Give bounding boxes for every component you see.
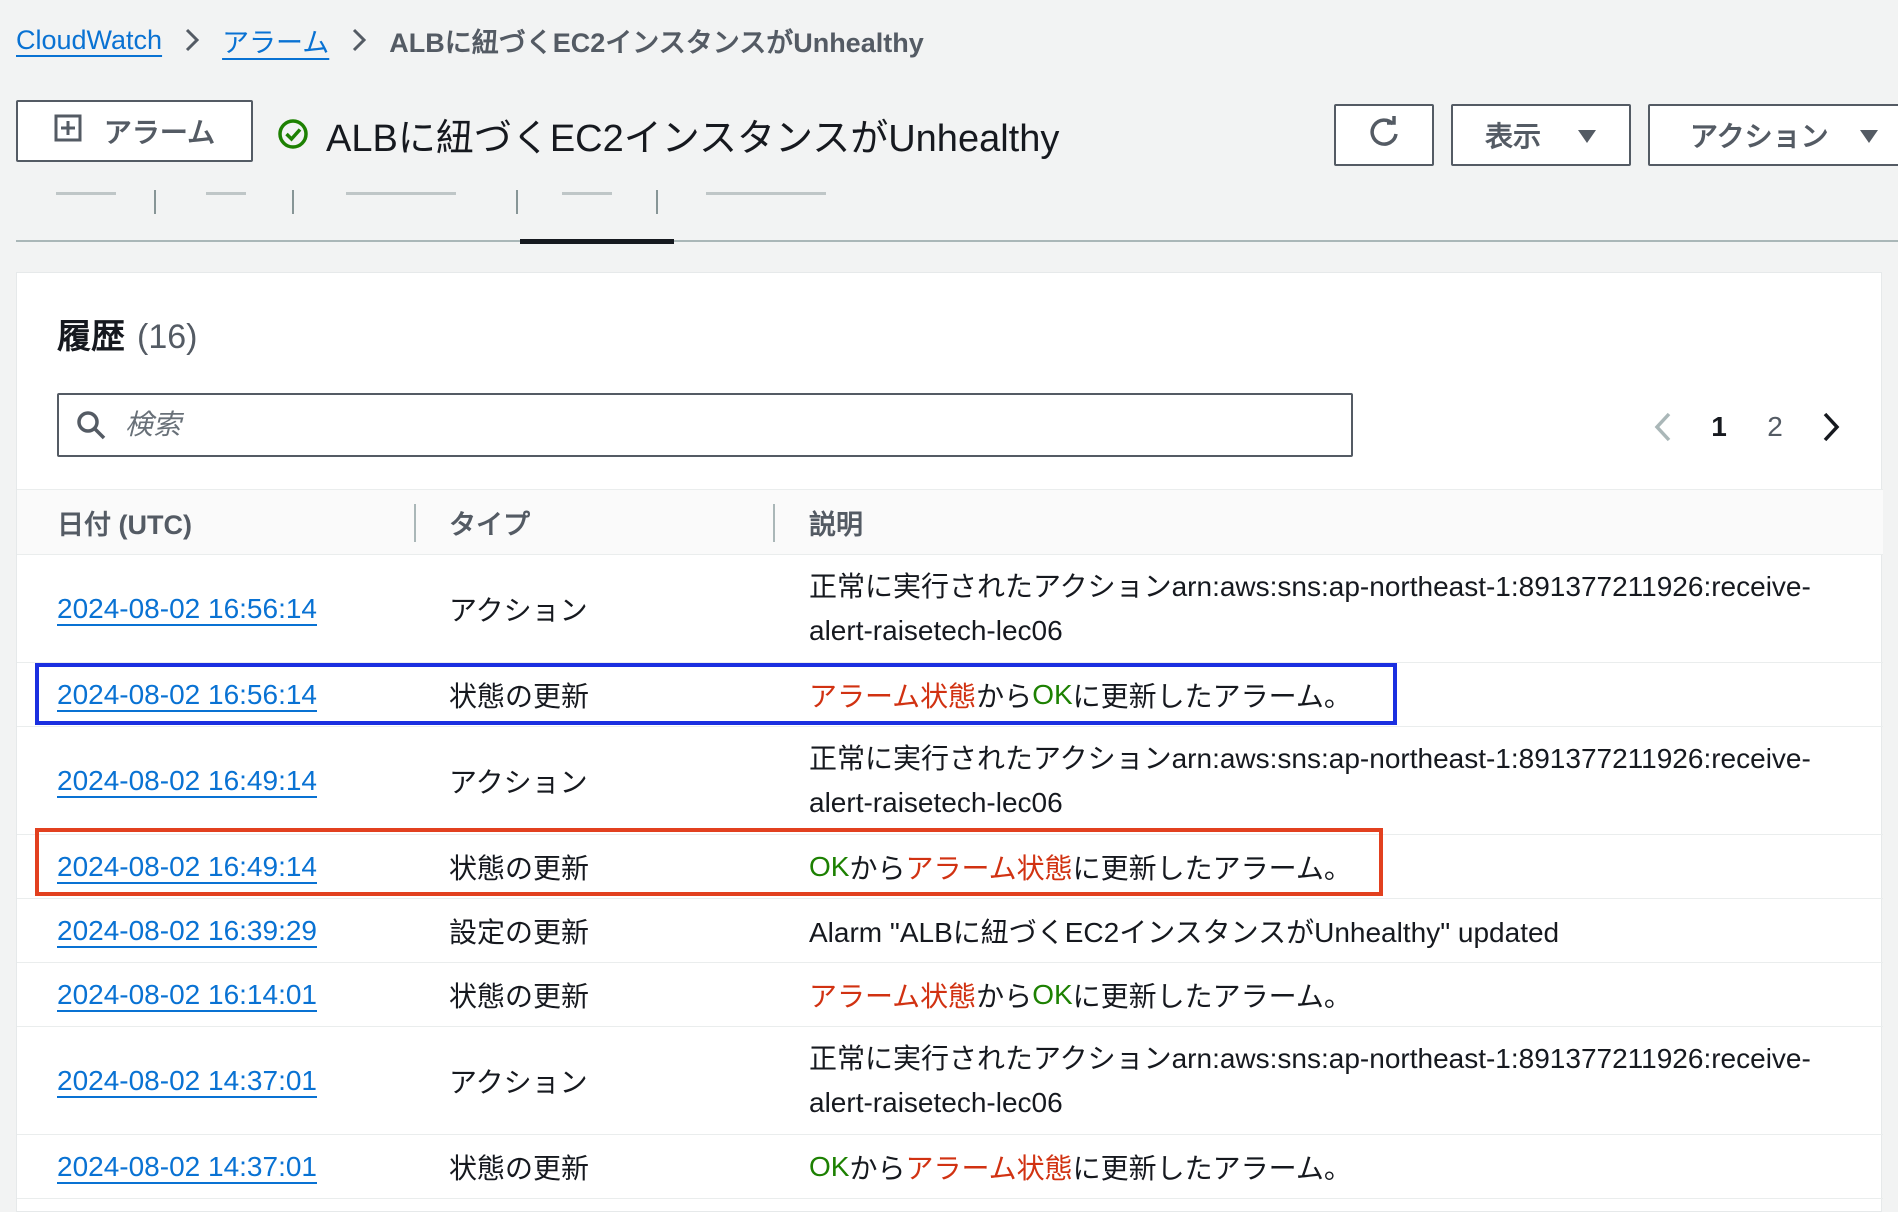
- date-link[interactable]: 2024-08-02 16:14:01: [57, 979, 317, 1011]
- table-row: 2024-08-02 14:37:01 状態の更新 OK から アラーム状態 に更新し…: [17, 1135, 1883, 1199]
- page-2-button[interactable]: 2: [1747, 411, 1803, 443]
- type-cell: 設定の更新: [449, 916, 590, 948]
- refresh-button[interactable]: [1334, 104, 1434, 166]
- caret-down-icon: [1577, 119, 1597, 151]
- description-text: に更新したアラーム。: [1072, 980, 1352, 1012]
- add-alarm-button[interactable]: アラーム: [16, 100, 253, 162]
- view-dropdown-button[interactable]: 表示: [1451, 104, 1631, 166]
- add-alarm-button-label: アラーム: [103, 117, 216, 148]
- tab-tags[interactable]: [706, 192, 826, 195]
- state-ok-text: OK: [1032, 978, 1073, 1010]
- description-cell: 正常に実行されたアクションarn:aws:sns:ap-northeast-1:…: [809, 1027, 1811, 1134]
- table-row: 2024-08-02 16:56:14 アクション 正常に実行されたアクションa…: [17, 555, 1883, 663]
- table-row: 2024-08-02 16:49:14 アクション 正常に実行されたアクションa…: [17, 727, 1883, 835]
- description-cell: 正常に実行されたアクションarn:aws:sns:ap-northeast-1:…: [809, 727, 1811, 834]
- column-header-type[interactable]: タイプ: [449, 490, 530, 554]
- description-line: 正常に実行されたアクションarn:aws:sns:ap-northeast-1:…: [809, 570, 1811, 602]
- description-cell: Alarm "ALBに紐づくEC2インスタンスがUnhealthy" updat…: [809, 916, 1560, 948]
- state-alarm-text: アラーム状態: [809, 980, 977, 1012]
- description-line: alert-raisetech-lec06: [809, 1086, 1063, 1118]
- description-cell: OK から アラーム状態 に更新したアラーム。: [809, 1135, 1352, 1198]
- page-1-button[interactable]: 1: [1691, 411, 1747, 443]
- description-line: 正常に実行されたアクションarn:aws:sns:ap-northeast-1:…: [809, 742, 1811, 774]
- tab-active-indicator: [520, 239, 674, 244]
- breadcrumb: CloudWatch アラーム ALBに紐づくEC2インスタンスがUnhealt…: [16, 20, 924, 60]
- table-row: 2024-08-02 16:14:01 状態の更新 アラーム状態 から OK に更新し…: [17, 963, 1883, 1027]
- description-text: から: [976, 980, 1033, 1012]
- plus-square-icon: [54, 114, 82, 149]
- history-count: (16): [137, 318, 198, 356]
- state-ok-text: OK: [809, 1150, 850, 1182]
- next-page-icon[interactable]: [1803, 397, 1859, 457]
- description-text: に更新したアラーム。: [1072, 1152, 1352, 1184]
- chevron-right-icon: [329, 20, 389, 60]
- tab-divider: [154, 190, 156, 214]
- tab-divider: [292, 190, 294, 214]
- date-link[interactable]: 2024-08-02 14:37:01: [57, 1151, 317, 1183]
- page-title: ALBに紐づくEC2インスタンスがUnhealthy: [326, 117, 1060, 160]
- type-cell: アクション: [449, 1066, 588, 1098]
- highlight-box-blue: [35, 663, 1397, 725]
- search-input[interactable]: [123, 408, 1277, 442]
- type-cell: 状態の更新: [449, 1152, 590, 1184]
- column-header-date[interactable]: 日付 (UTC): [57, 490, 192, 554]
- pagination: 1 2: [1635, 397, 1859, 457]
- tab-actions[interactable]: [206, 192, 246, 195]
- date-link[interactable]: 2024-08-02 16:39:29: [57, 915, 317, 947]
- actions-dropdown-label: アクション: [1690, 121, 1829, 152]
- tab-divider: [656, 190, 658, 214]
- state-alarm-text: アラーム状態: [905, 1152, 1073, 1184]
- tab-bar: [16, 186, 1898, 244]
- breadcrumb-cloudwatch-link[interactable]: CloudWatch: [16, 25, 162, 56]
- column-resizer[interactable]: [414, 504, 416, 542]
- date-link[interactable]: 2024-08-02 14:37:01: [57, 1065, 317, 1097]
- caret-down-icon: [1859, 119, 1879, 151]
- table-row: 2024-08-02 16:39:29 設定の更新 Alarm "ALBに紐づく…: [17, 899, 1883, 963]
- column-resizer[interactable]: [773, 504, 775, 542]
- column-header-description[interactable]: 説明: [809, 490, 863, 554]
- tab-history[interactable]: [562, 192, 612, 195]
- description-cell: 正常に実行されたアクションarn:aws:sns:ap-northeast-1:…: [809, 555, 1811, 662]
- tab-details[interactable]: [56, 192, 116, 195]
- history-header: 履歴 (16): [57, 309, 197, 358]
- date-link[interactable]: 2024-08-02 16:56:14: [57, 593, 317, 625]
- description-cell: アラーム状態 から OK に更新したアラーム。: [809, 963, 1352, 1026]
- description-line: alert-raisetech-lec06: [809, 786, 1063, 818]
- refresh-icon: [1366, 114, 1402, 157]
- view-dropdown-label: 表示: [1484, 121, 1541, 152]
- tab-divider: [516, 190, 518, 214]
- breadcrumb-alarms-link[interactable]: アラーム: [222, 21, 329, 60]
- breadcrumb-current: ALBに紐づくEC2インスタンスがUnhealthy: [389, 27, 924, 58]
- description-line: 正常に実行されたアクションarn:aws:sns:ap-northeast-1:…: [809, 1042, 1811, 1074]
- history-panel: 履歴 (16) 1 2 日付 (UTC) タイプ 説明 2024-08-02 1…: [16, 272, 1883, 1212]
- page-header: アラーム ALBに紐づくEC2インスタンスがUnhealthy 表示 アクション: [0, 96, 1898, 176]
- table-header: 日付 (UTC) タイプ 説明: [17, 489, 1883, 555]
- chevron-right-icon: [162, 20, 222, 60]
- title-group: ALBに紐づくEC2インスタンスがUnhealthy: [276, 106, 1059, 162]
- description-text: から: [849, 1152, 906, 1184]
- date-link[interactable]: 2024-08-02 16:49:14: [57, 765, 317, 797]
- description-line: alert-raisetech-lec06: [809, 614, 1063, 646]
- type-cell: アクション: [449, 594, 588, 626]
- history-title: 履歴: [57, 318, 125, 356]
- prev-page-icon[interactable]: [1635, 397, 1691, 457]
- type-cell: 状態の更新: [449, 980, 590, 1012]
- status-ok-icon: [276, 115, 310, 154]
- type-cell: アクション: [449, 766, 588, 798]
- highlight-box-red: [35, 828, 1383, 896]
- search-box: [57, 393, 1353, 457]
- search-icon: [59, 395, 123, 455]
- table-row: 2024-08-02 14:37:01 アクション 正常に実行されたアクションa…: [17, 1027, 1883, 1135]
- actions-dropdown-button[interactable]: アクション: [1648, 104, 1898, 166]
- tab-parent-alarms[interactable]: [346, 192, 456, 195]
